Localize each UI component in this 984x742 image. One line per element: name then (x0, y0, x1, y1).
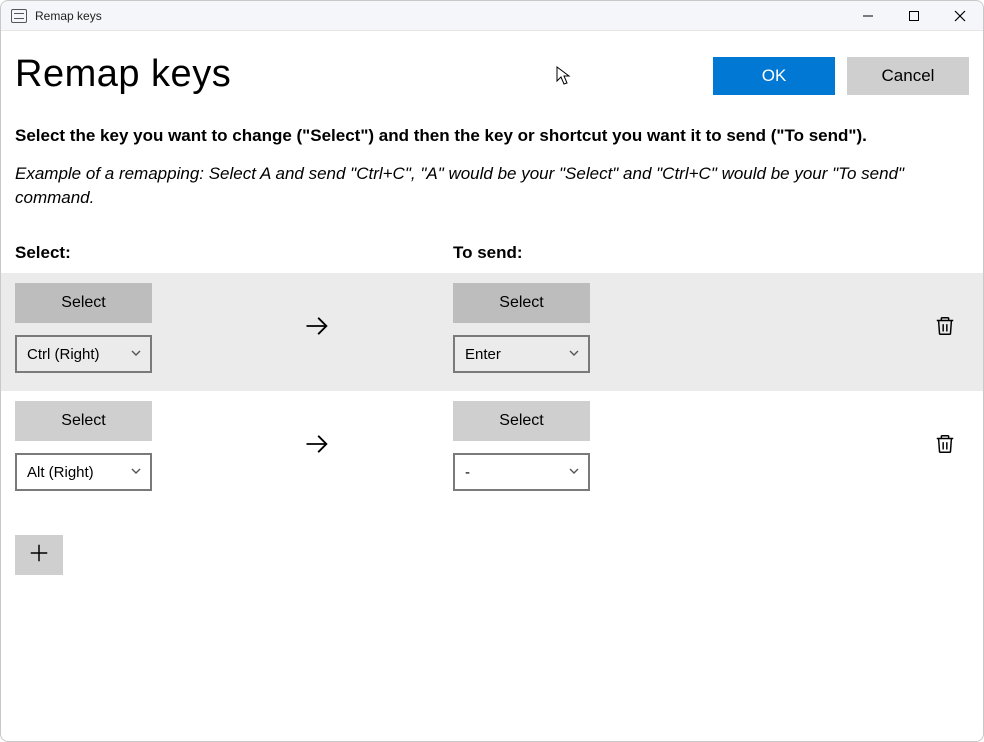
from-key-column: Select Ctrl (Right) (15, 283, 275, 373)
trash-icon (934, 315, 956, 342)
to-key-dropdown[interactable]: Enter (453, 335, 590, 373)
trash-icon (934, 433, 956, 460)
select-from-button[interactable]: Select (15, 401, 152, 441)
to-key-dropdown[interactable]: - (453, 453, 590, 491)
add-row-button[interactable] (15, 535, 63, 575)
page-title: Remap keys (15, 53, 231, 96)
to-key-column: Select - (453, 401, 713, 491)
chevron-down-icon (130, 346, 142, 363)
arrow-right-icon (303, 430, 331, 463)
cancel-button[interactable]: Cancel (847, 57, 969, 95)
arrow-right-icon (303, 312, 331, 345)
minimize-button[interactable] (845, 1, 891, 30)
to-key-value: - (465, 464, 568, 481)
select-to-button[interactable]: Select (453, 401, 590, 441)
instruction-example: Example of a remapping: Select A and sen… (15, 162, 969, 210)
add-row-area (1, 509, 983, 601)
delete-column (931, 432, 969, 460)
from-key-dropdown[interactable]: Ctrl (Right) (15, 335, 152, 373)
to-key-column: Select Enter (453, 283, 713, 373)
delete-row-button[interactable] (931, 314, 959, 342)
titlebar: Remap keys (1, 1, 983, 31)
ok-button[interactable]: OK (713, 57, 835, 95)
maximize-button[interactable] (891, 1, 937, 30)
to-key-value: Enter (465, 346, 568, 363)
from-key-value: Alt (Right) (27, 464, 130, 481)
content-area: Remap keys OK Cancel Select the key you … (1, 31, 983, 741)
from-key-value: Ctrl (Right) (27, 346, 130, 363)
instructions: Select the key you want to change ("Sele… (1, 96, 983, 209)
header-buttons: OK Cancel (713, 53, 969, 95)
header-row: Remap keys OK Cancel (1, 31, 983, 96)
column-header-to-send: To send: (453, 243, 969, 263)
instruction-main: Select the key you want to change ("Sele… (15, 124, 969, 148)
window-controls (845, 1, 983, 30)
close-button[interactable] (937, 1, 983, 30)
delete-row-button[interactable] (931, 432, 959, 460)
select-from-button[interactable]: Select (15, 283, 152, 323)
remap-row: Select Ctrl (Right) Select Enter (1, 273, 983, 391)
window-frame: Remap keys Remap keys OK Cancel Select t… (0, 0, 984, 742)
select-to-button[interactable]: Select (453, 283, 590, 323)
from-key-dropdown[interactable]: Alt (Right) (15, 453, 152, 491)
chevron-down-icon (568, 346, 580, 363)
arrow-column (275, 430, 453, 463)
chevron-down-icon (568, 464, 580, 481)
keyboard-icon (11, 9, 27, 23)
window-title: Remap keys (35, 9, 102, 23)
column-headers: Select: To send: (1, 209, 983, 273)
arrow-column (275, 312, 453, 345)
plus-icon (28, 542, 50, 569)
column-header-select: Select: (15, 243, 453, 263)
delete-column (931, 314, 969, 342)
from-key-column: Select Alt (Right) (15, 401, 275, 491)
remap-row: Select Alt (Right) Select - (1, 391, 983, 509)
chevron-down-icon (130, 464, 142, 481)
